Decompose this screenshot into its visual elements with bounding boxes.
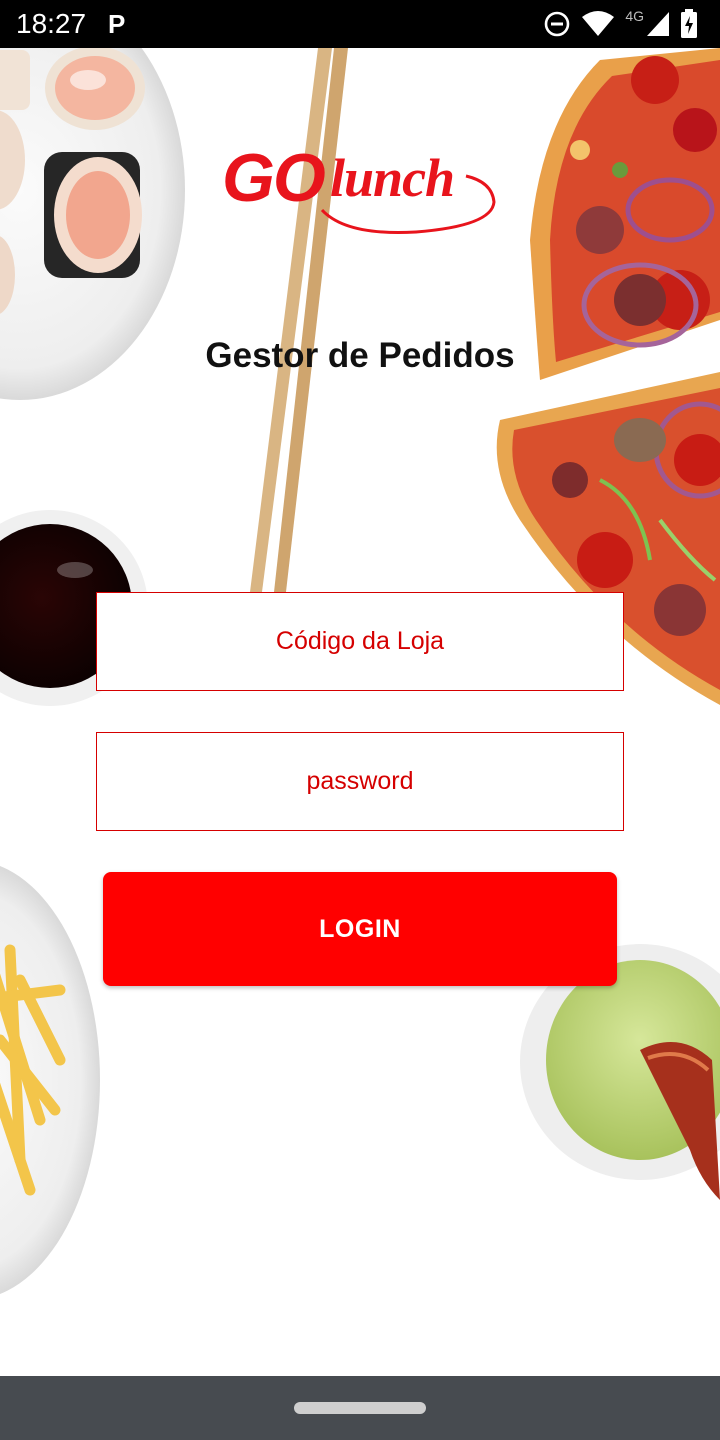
navigation-bar xyxy=(0,1376,720,1440)
password-input[interactable] xyxy=(97,733,623,830)
signal-icon xyxy=(647,12,669,36)
wifi-icon xyxy=(582,11,615,36)
store-code-input[interactable] xyxy=(97,593,623,690)
password-field[interactable] xyxy=(96,732,624,831)
dnd-icon xyxy=(545,11,570,37)
page-title: Gestor de Pedidos xyxy=(205,336,515,375)
status-icons: 4G xyxy=(543,8,698,40)
login-screen: 18:27 P 4G GO lunch Gestor de Pedidos Có… xyxy=(0,0,720,1440)
food-background-image xyxy=(0,48,720,1295)
home-gesture-handle[interactable] xyxy=(294,1402,426,1414)
battery-charging-icon xyxy=(681,9,697,38)
logo-lunch-text: lunch xyxy=(330,148,455,208)
store-code-field[interactable] xyxy=(96,592,624,691)
status-bar: 18:27 P 4G xyxy=(0,0,720,48)
login-button[interactable]: LOGIN xyxy=(103,872,617,986)
network-type-label: 4G xyxy=(625,8,644,24)
golunch-logo: GO lunch xyxy=(220,138,500,238)
logo-go-text: GO xyxy=(222,140,326,216)
status-time: 18:27 xyxy=(16,8,87,39)
parking-notification-icon: P xyxy=(108,9,126,39)
